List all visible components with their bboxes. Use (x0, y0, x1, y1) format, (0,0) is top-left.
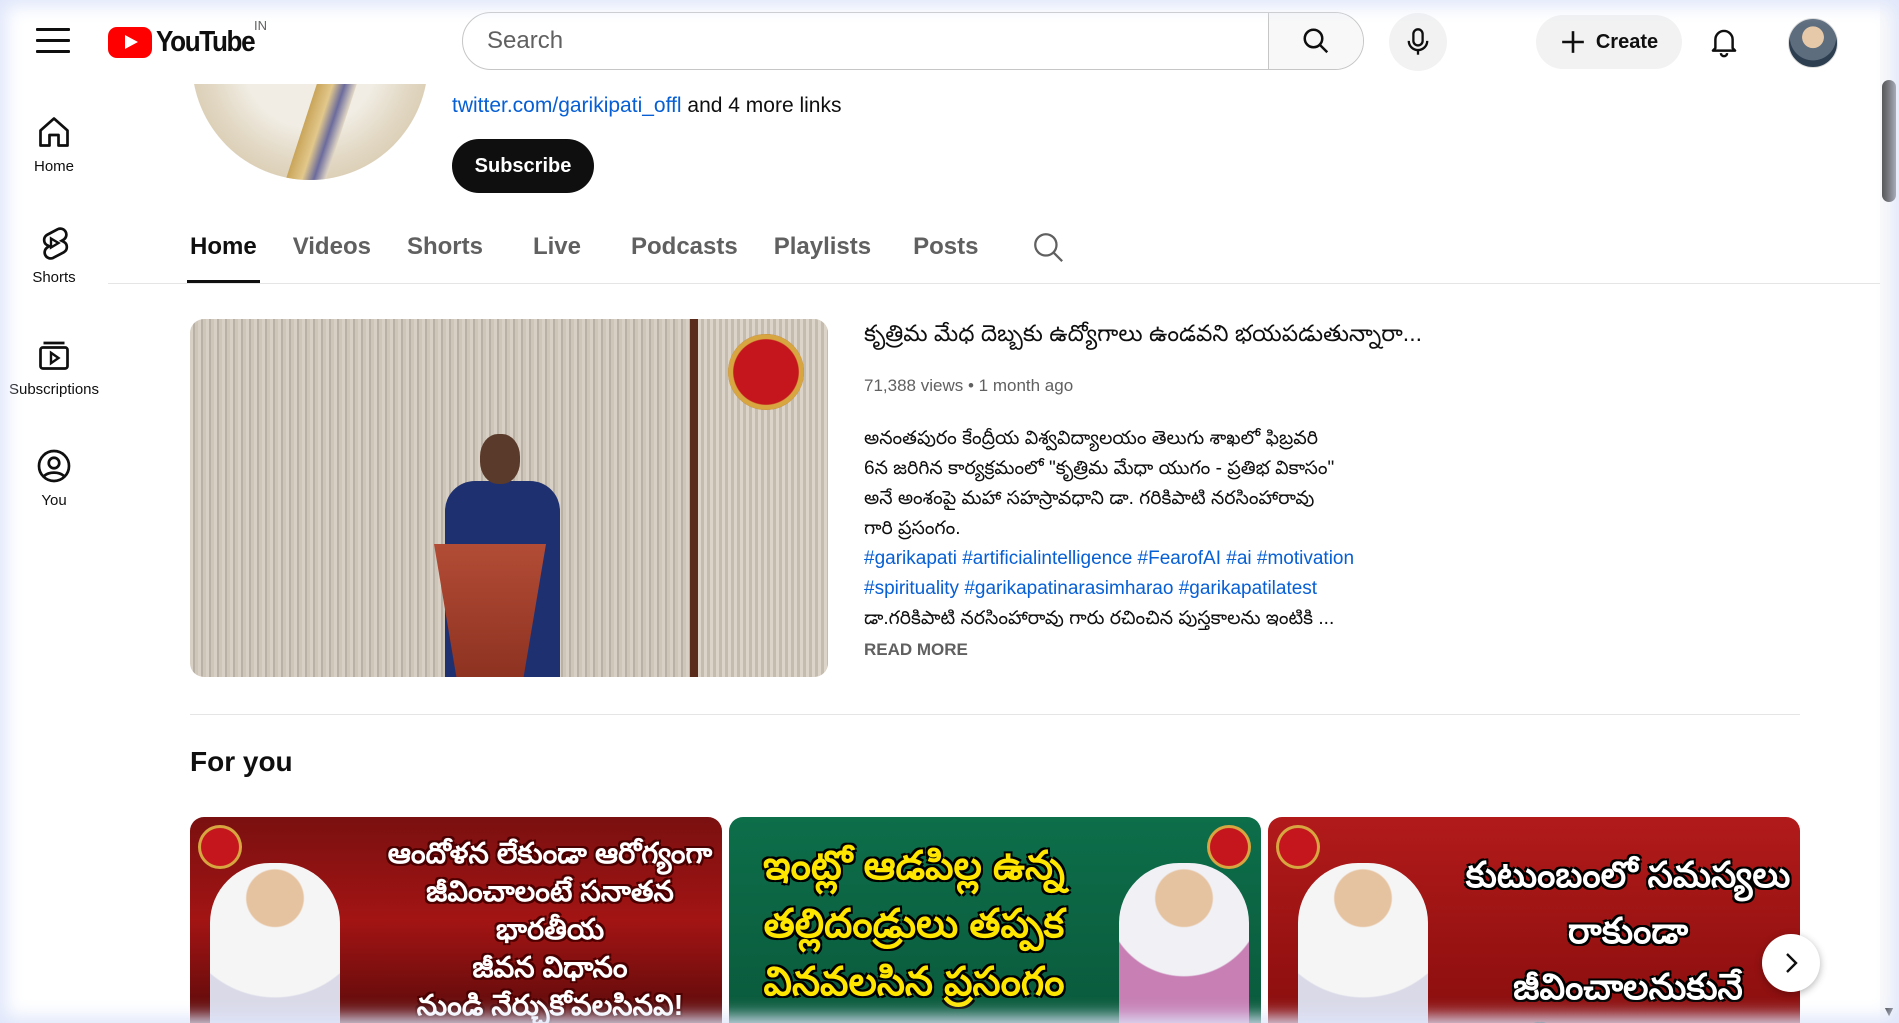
tab-home[interactable]: Home (187, 224, 260, 284)
subscribe-button[interactable]: Subscribe (452, 139, 594, 193)
create-button[interactable]: Create (1536, 15, 1682, 69)
channel-badge-icon (1207, 825, 1251, 869)
tab-shorts[interactable]: Shorts (407, 224, 483, 284)
bell-icon (1711, 29, 1737, 58)
search-input[interactable] (463, 13, 1268, 69)
speaker-image (1119, 863, 1249, 1023)
more-links[interactable]: and 4 more links (687, 94, 841, 117)
description-line: అనే అంశంపై మహా సహస్రావధాని డా. గరికిపాటి… (864, 488, 1315, 509)
top-header: YouTube IN Create (0, 0, 1880, 84)
notifications-button[interactable] (1702, 20, 1746, 64)
featured-video-description: అనంతపురం కేంద్రీయ విశ్వవిద్యాలయం తెలుగు … (864, 424, 1494, 634)
sidebar-item-label: Home (33, 158, 74, 175)
sidebar-item-you[interactable]: You (0, 448, 108, 509)
search-icon (1303, 28, 1329, 54)
caption-line: తల్లిదండ్రులు తప్పక (763, 902, 1065, 946)
logo-text: YouTube (156, 25, 256, 58)
upload-age: 1 month ago (978, 376, 1074, 395)
section-divider (190, 714, 1800, 715)
caption-line: నుండి నేర్చుకోవలసినవి! (416, 990, 684, 1022)
plus-icon (1562, 31, 1584, 53)
tab-podcasts[interactable]: Podcasts (631, 224, 738, 284)
caption-line: ఇంట్లో ఆడపిల్ల ఉన్న (763, 844, 1065, 888)
caption-line: కుటుంబంలో సమస్యలు (1465, 854, 1791, 895)
description-line: గారి ప్రసంగం. (864, 518, 961, 539)
sidebar-item-subscriptions[interactable]: Subscriptions (0, 337, 108, 398)
for-you-title: For you (190, 746, 293, 777)
featured-video-thumbnail[interactable] (190, 319, 828, 677)
channel-badge-icon (1276, 825, 1320, 869)
thumbnail-caption: కుటుంబంలో సమస్యలు రాకుండా జీవించాలనుకునే… (1458, 847, 1798, 1023)
home-icon (39, 117, 69, 147)
speaker-image (210, 863, 340, 1023)
scrollbar-thumb[interactable] (1882, 80, 1896, 202)
read-more-link[interactable]: READ MORE (864, 640, 968, 660)
scroll-down-arrow[interactable]: ▼ (1882, 1004, 1896, 1018)
channel-tabs: Home Videos Shorts Live Podcasts Playlis… (187, 224, 1065, 284)
meta-separator: • (967, 376, 974, 395)
sidebar-item-label: Shorts (32, 269, 76, 286)
tabs-divider (108, 283, 1880, 284)
account-avatar[interactable] (1788, 18, 1838, 68)
hashtag-line[interactable]: #spirituality #garikapatinarasimharao #g… (864, 574, 1494, 604)
caption-line: ప్రతీ ఒక్కరు తప్పక (1458, 1015, 1798, 1023)
hashtag-line[interactable]: #garikapati #artificialintelligence #Fea… (864, 544, 1494, 574)
speaker-image (1298, 863, 1428, 1023)
sidebar-item-label: Subscriptions (8, 381, 100, 398)
sidebar-item-label: You (41, 492, 67, 509)
region-code: IN (254, 18, 267, 33)
shorts-icon (42, 227, 69, 260)
caption-line: జీవన విధానం (472, 952, 628, 984)
caption-line: వినవలసిన ప్రసంగం (763, 960, 1065, 1004)
description-line: డా.గరికిపాటి నరసింహారావు గారు రచించిన పు… (864, 608, 1335, 629)
channel-badge-icon (728, 334, 804, 410)
create-label: Create (1595, 30, 1659, 53)
video-card[interactable]: ఆందోళన లేకుండా ఆరోగ్యంగా జీవించాలంటే సనా… (190, 817, 722, 1023)
youtube-logo[interactable]: YouTube (108, 26, 265, 58)
description-line: అనంతపురం కేంద్రీయ విశ్వవిద్యాలయం తెలుగు … (864, 428, 1318, 449)
thumbnail-caption: ఇంట్లో ఆడపిల్ల ఉన్న తల్లిదండ్రులు తప్పక … (749, 837, 1079, 1011)
subscriptions-icon (39, 341, 69, 370)
carousel-next-button[interactable] (1762, 934, 1820, 992)
description-line: 6న జరిగిన కార్యక్రమంలో "కృత్రిమ మేధా యుగ… (864, 458, 1335, 479)
sidebar-item-shorts[interactable]: Shorts (0, 225, 108, 286)
caption-line: ఆందోళన లేకుండా ఆరోగ్యంగా (387, 838, 713, 870)
microphone-icon (1407, 28, 1429, 55)
caption-line: జీవించాలంటే సనాతన భారతీయ (426, 876, 674, 946)
channel-search-button[interactable] (1031, 230, 1065, 290)
thumbnail-caption: ఆందోళన లేకుండా ఆరోగ్యంగా జీవించాలంటే సనా… (380, 835, 720, 1023)
you-icon (37, 449, 71, 483)
voice-search-button[interactable] (1389, 13, 1447, 71)
featured-video-title[interactable]: కృత్రిమ మేధ దెబ్బకు ఉద్యోగాలు ఉండవని భయప… (864, 320, 1484, 353)
search-icon (1034, 233, 1064, 262)
youtube-play-icon (108, 26, 152, 58)
tab-playlists[interactable]: Playlists (774, 224, 871, 284)
search-button[interactable] (1268, 13, 1363, 69)
tab-posts[interactable]: Posts (913, 224, 978, 284)
chevron-right-icon (1786, 953, 1798, 973)
channel-badge-icon (198, 825, 242, 869)
menu-icon[interactable] (36, 28, 70, 56)
caption-line: రాకుండా జీవించాలనుకునే (1513, 910, 1743, 1007)
view-count: 71,388 views (864, 376, 964, 395)
sidebar-item-home[interactable]: Home (0, 114, 108, 175)
video-card[interactable]: కుటుంబంలో సమస్యలు రాకుండా జీవించాలనుకునే… (1268, 817, 1800, 1023)
search-bar (462, 12, 1364, 70)
tab-live[interactable]: Live (533, 224, 581, 284)
channel-link[interactable]: twitter.com/garikipati_offl (452, 94, 682, 117)
tab-videos[interactable]: Videos (293, 224, 371, 284)
channel-links: twitter.com/garikipati_offl and 4 more l… (452, 94, 841, 118)
video-card[interactable]: ఇంట్లో ఆడపిల్ల ఉన్న తల్లిదండ్రులు తప్పక … (729, 817, 1261, 1023)
featured-video-meta: 71,388 views • 1 month ago (864, 376, 1073, 396)
